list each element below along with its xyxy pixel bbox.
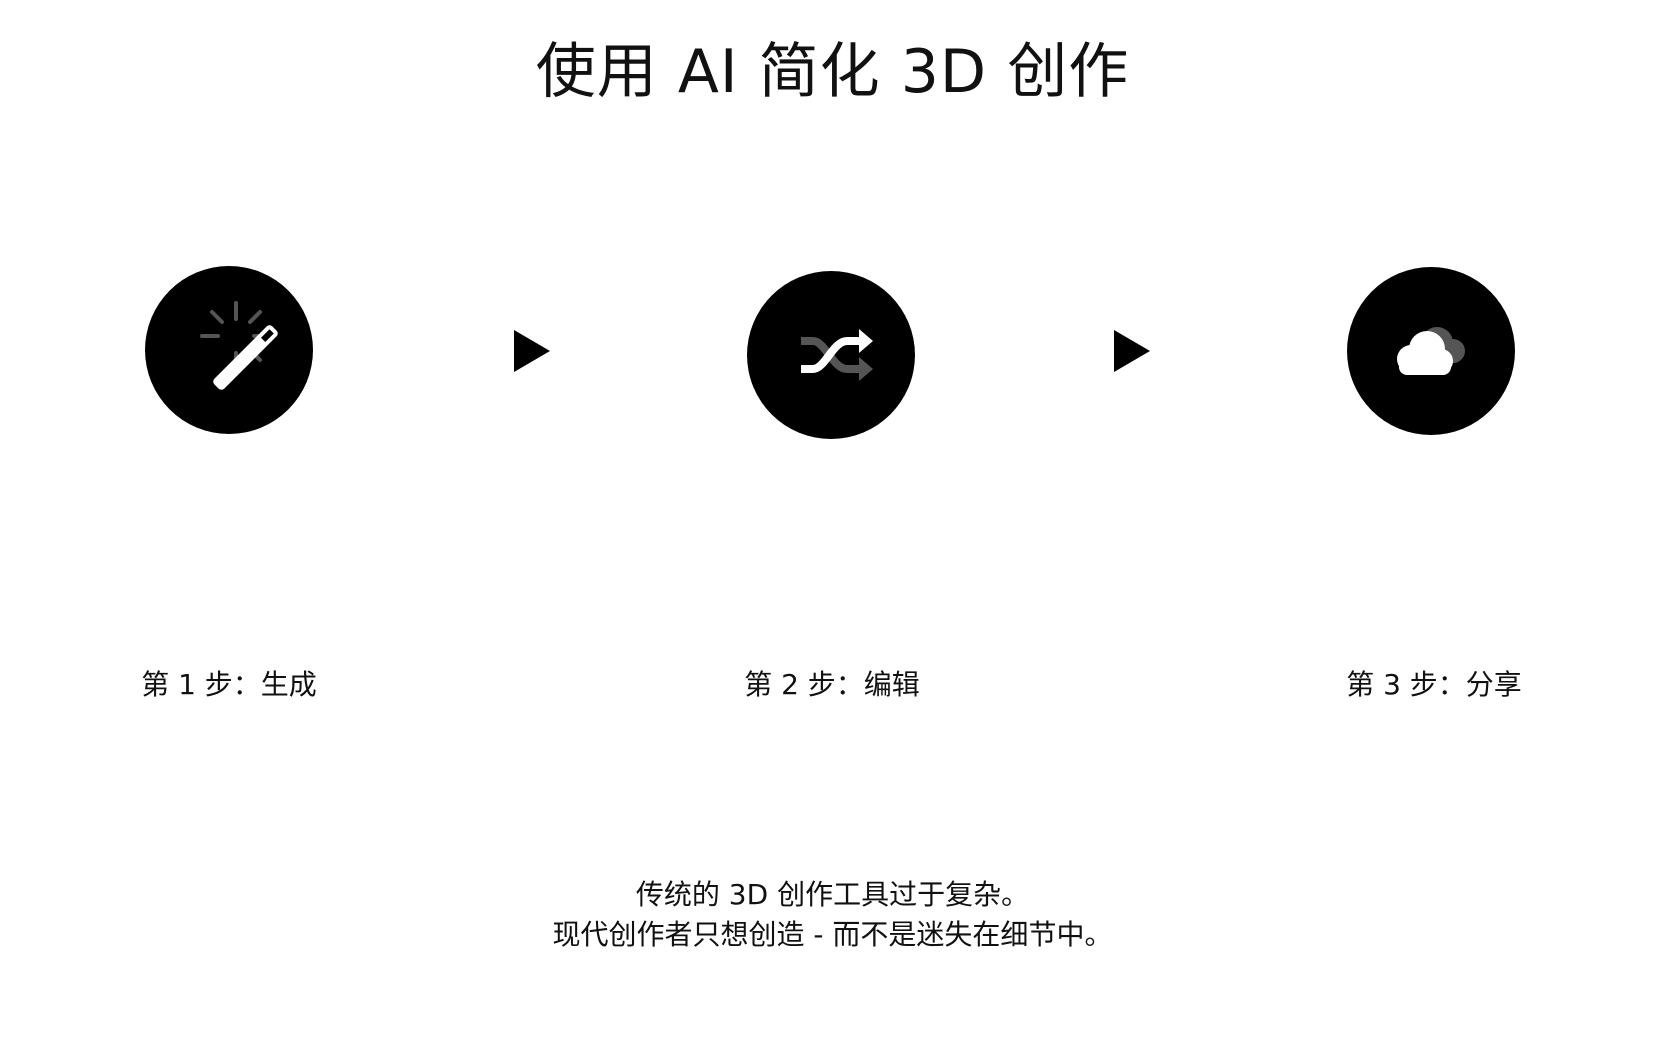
step-1-circle [145,266,313,434]
step-3-label: 第 3 步：分享 [1346,668,1522,701]
description-line-1: 传统的 3D 创作工具过于复杂。 [635,878,1030,911]
cloud-icon [1397,327,1465,375]
description: 传统的 3D 创作工具过于复杂。 现代创作者只想创造 - 而不是迷失在细节中。 [0,875,1665,955]
step-1-label: 第 1 步：生成 [141,668,317,701]
step-2-circle [747,271,915,439]
magic-wand-icon [200,301,278,390]
shuffle-icon [801,329,873,381]
arrow-2-icon [1114,330,1150,372]
description-line-2: 现代创作者只想创造 - 而不是迷失在细节中。 [552,918,1113,951]
arrow-1-icon [514,330,550,372]
page-title: 使用 AI 简化 3D 创作 [535,37,1130,107]
step-2-label: 第 2 步：编辑 [744,668,920,701]
step-3-circle [1347,267,1515,435]
